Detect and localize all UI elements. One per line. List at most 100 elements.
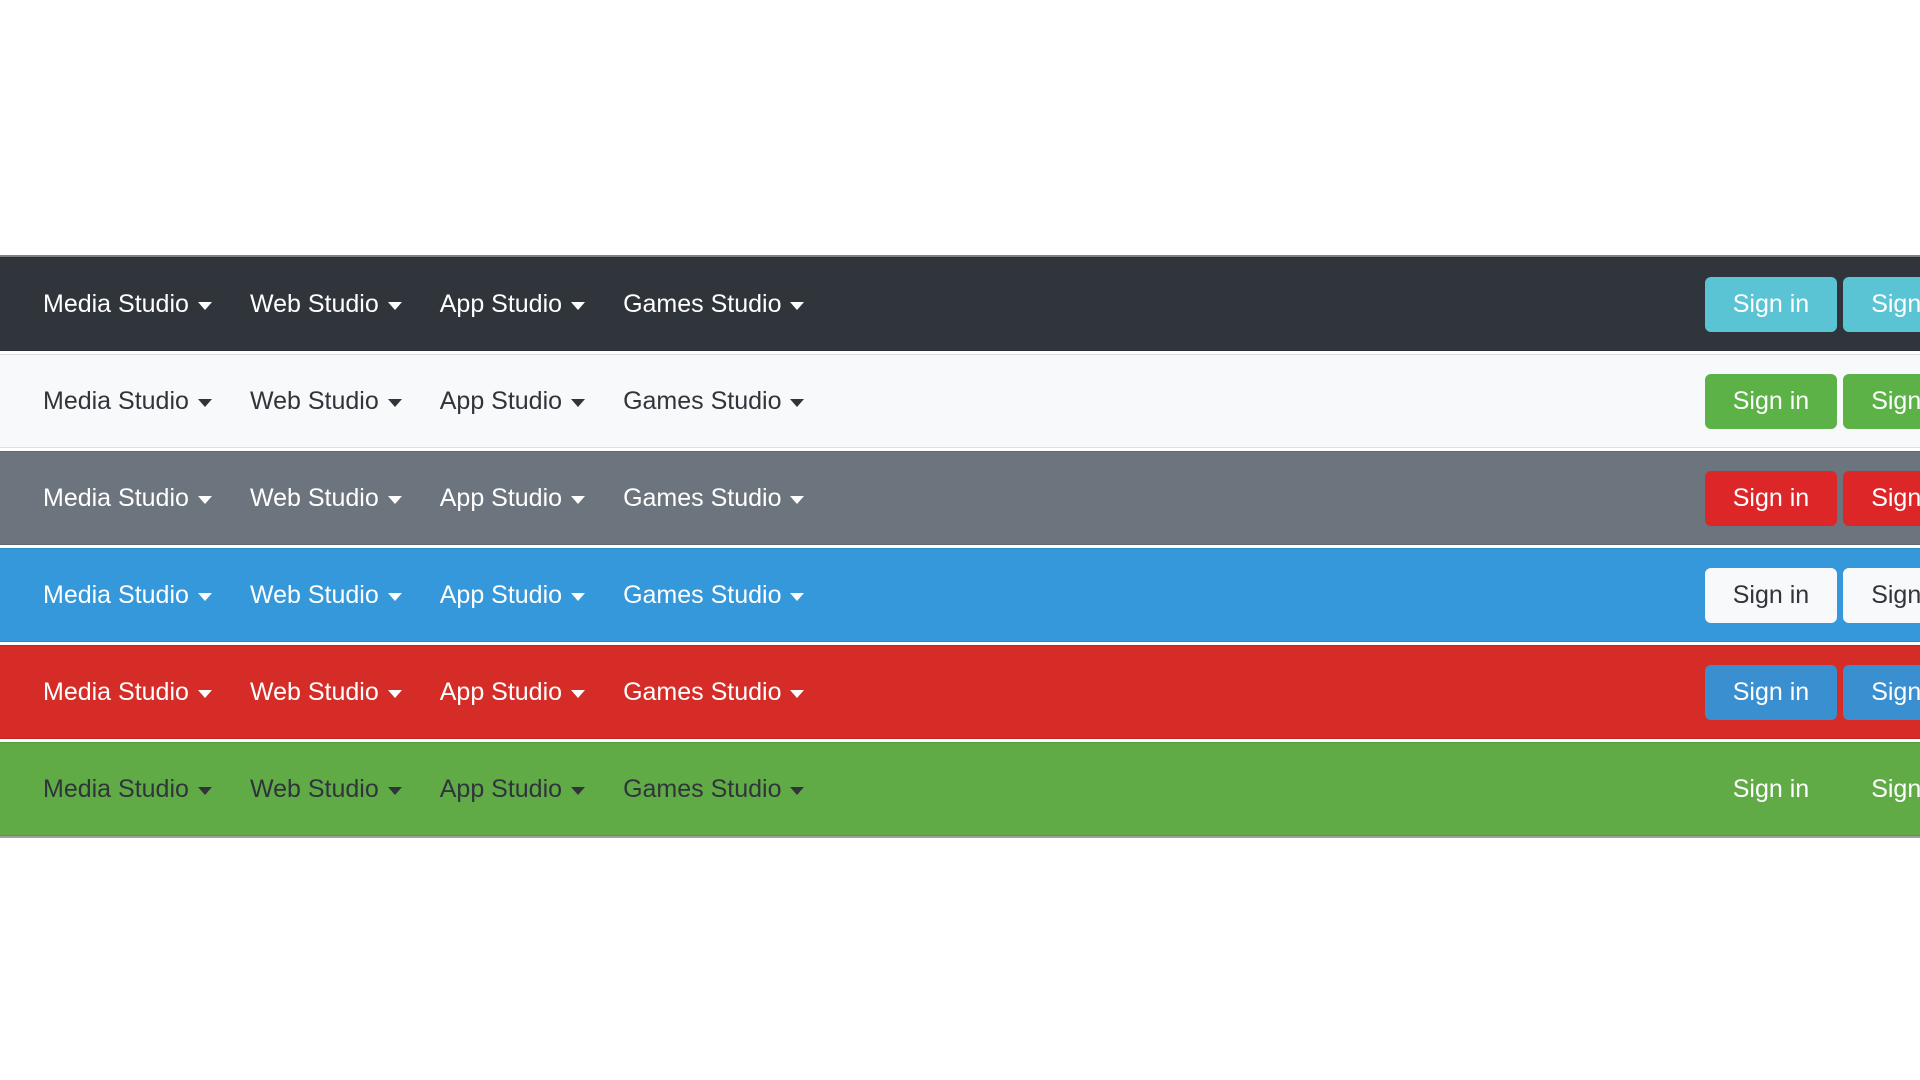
chevron-down-icon	[197, 302, 212, 310]
sign-up-button[interactable]: Sign up	[1843, 276, 1920, 332]
sidebar-item-web-studio[interactable]: Web Studio	[231, 379, 421, 424]
stack-bottom-rule	[0, 836, 1920, 838]
sign-up-button[interactable]: Sign up	[1843, 373, 1920, 429]
navbar-secondary: Media Studio Web Studio App Studio Games…	[0, 451, 1920, 545]
nav-link-label: Web Studio	[249, 483, 379, 512]
nav-link-label: App Studio	[439, 386, 563, 415]
chevron-down-icon	[790, 787, 805, 795]
navbar-dark: Media Studio Web Studio App Studio Games…	[0, 257, 1920, 351]
nav-link-label: Web Studio	[249, 386, 379, 415]
nav-actions-secondary: Sign in Sign up	[1704, 470, 1920, 526]
sidebar-item-games-studio[interactable]: Games Studio	[604, 476, 823, 521]
sidebar-item-games-studio[interactable]: Games Studio	[604, 767, 823, 812]
chevron-down-icon	[387, 496, 402, 504]
sidebar-item-media-studio[interactable]: Media Studio	[24, 379, 231, 424]
chevron-down-icon	[387, 690, 402, 698]
sign-in-button[interactable]: Sign in	[1704, 664, 1838, 720]
nav-link-label: Media Studio	[43, 386, 189, 415]
sidebar-item-media-studio[interactable]: Media Studio	[24, 476, 231, 521]
nav-link-label: Games Studio	[623, 677, 782, 706]
nav-link-label: App Studio	[439, 580, 563, 609]
nav-link-label: Media Studio	[43, 289, 189, 318]
chevron-down-icon	[790, 593, 805, 601]
sidebar-item-web-studio[interactable]: Web Studio	[231, 670, 421, 715]
sidebar-item-media-studio[interactable]: Media Studio	[24, 670, 231, 715]
nav-links-light: Media Studio Web Studio App Studio Games…	[24, 379, 823, 424]
nav-link-label: Games Studio	[623, 386, 782, 415]
sidebar-item-media-studio[interactable]: Media Studio	[24, 573, 231, 618]
nav-actions-primary: Sign in Sign up	[1704, 567, 1920, 623]
nav-link-label: App Studio	[439, 483, 563, 512]
sidebar-item-web-studio[interactable]: Web Studio	[231, 573, 421, 618]
sign-up-button[interactable]: Sign up	[1843, 470, 1920, 526]
nav-link-label: Media Studio	[43, 483, 189, 512]
chevron-down-icon	[197, 593, 212, 601]
chevron-down-icon	[790, 496, 805, 504]
chevron-down-icon	[197, 787, 212, 795]
nav-link-label: Web Studio	[249, 580, 379, 609]
chevron-down-icon	[197, 496, 212, 504]
sign-in-button[interactable]: Sign in	[1704, 567, 1838, 623]
nav-link-label: Games Studio	[623, 289, 782, 318]
chevron-down-icon	[387, 302, 402, 310]
sidebar-item-app-studio[interactable]: App Studio	[421, 282, 604, 327]
navbar-primary: Media Studio Web Studio App Studio Games…	[0, 548, 1920, 642]
nav-actions-success: Sign in Sign up	[1705, 762, 1920, 817]
sidebar-item-web-studio[interactable]: Web Studio	[231, 282, 421, 327]
navbar-variant-stack: Media Studio Web Studio App Studio Games…	[0, 255, 1920, 838]
chevron-down-icon	[387, 399, 402, 407]
sidebar-item-web-studio[interactable]: Web Studio	[231, 767, 421, 812]
sidebar-item-app-studio[interactable]: App Studio	[421, 573, 604, 618]
navbar-danger: Media Studio Web Studio App Studio Games…	[0, 645, 1920, 739]
sign-up-button[interactable]: Sign up	[1843, 762, 1920, 817]
nav-link-label: Media Studio	[43, 774, 189, 803]
navbar-light: Media Studio Web Studio App Studio Games…	[0, 354, 1920, 448]
sidebar-item-media-studio[interactable]: Media Studio	[24, 767, 231, 812]
sidebar-item-media-studio[interactable]: Media Studio	[24, 282, 231, 327]
sidebar-item-web-studio[interactable]: Web Studio	[231, 476, 421, 521]
sign-in-button[interactable]: Sign in	[1704, 470, 1838, 526]
chevron-down-icon	[387, 593, 402, 601]
nav-links-dark: Media Studio Web Studio App Studio Games…	[24, 282, 823, 327]
sign-in-button[interactable]: Sign in	[1705, 762, 1837, 817]
nav-link-label: App Studio	[439, 677, 563, 706]
nav-actions-danger: Sign in Sign up	[1704, 664, 1920, 720]
chevron-down-icon	[571, 302, 586, 310]
sidebar-item-games-studio[interactable]: Games Studio	[604, 282, 823, 327]
nav-link-label: Games Studio	[623, 774, 782, 803]
chevron-down-icon	[571, 787, 586, 795]
sign-in-button[interactable]: Sign in	[1704, 373, 1838, 429]
navbar-success: Media Studio Web Studio App Studio Games…	[0, 742, 1920, 836]
sidebar-item-app-studio[interactable]: App Studio	[421, 767, 604, 812]
nav-actions-dark: Sign in Sign up	[1704, 276, 1920, 332]
sign-up-button[interactable]: Sign up	[1843, 664, 1920, 720]
chevron-down-icon	[571, 399, 586, 407]
nav-actions-light: Sign in Sign up	[1704, 373, 1920, 429]
chevron-down-icon	[571, 496, 586, 504]
sidebar-item-games-studio[interactable]: Games Studio	[604, 573, 823, 618]
chevron-down-icon	[790, 690, 805, 698]
chevron-down-icon	[571, 690, 586, 698]
nav-link-label: Web Studio	[249, 774, 379, 803]
nav-links-secondary: Media Studio Web Studio App Studio Games…	[24, 476, 823, 521]
nav-link-label: App Studio	[439, 774, 563, 803]
nav-link-label: Web Studio	[249, 677, 379, 706]
sign-in-button[interactable]: Sign in	[1704, 276, 1838, 332]
nav-links-danger: Media Studio Web Studio App Studio Games…	[24, 670, 823, 715]
nav-link-label: Media Studio	[43, 580, 189, 609]
nav-link-label: Games Studio	[623, 580, 782, 609]
nav-link-label: Games Studio	[623, 483, 782, 512]
chevron-down-icon	[790, 302, 805, 310]
chevron-down-icon	[790, 399, 805, 407]
nav-link-label: App Studio	[439, 289, 563, 318]
sign-up-button[interactable]: Sign up	[1843, 567, 1920, 623]
sidebar-item-app-studio[interactable]: App Studio	[421, 379, 604, 424]
sidebar-item-games-studio[interactable]: Games Studio	[604, 670, 823, 715]
chevron-down-icon	[197, 690, 212, 698]
sidebar-item-games-studio[interactable]: Games Studio	[604, 379, 823, 424]
chevron-down-icon	[197, 399, 212, 407]
sidebar-item-app-studio[interactable]: App Studio	[421, 476, 604, 521]
nav-link-label: Media Studio	[43, 677, 189, 706]
sidebar-item-app-studio[interactable]: App Studio	[421, 670, 604, 715]
chevron-down-icon	[387, 787, 402, 795]
